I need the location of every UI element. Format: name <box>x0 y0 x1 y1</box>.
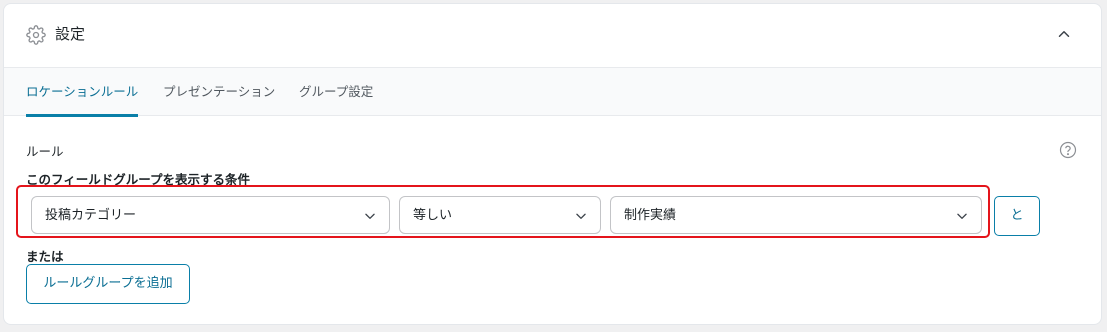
add-and-rule-button[interactable]: と <box>994 196 1040 236</box>
panel-header[interactable]: 設定 <box>4 4 1101 68</box>
chevron-down-icon <box>957 213 967 219</box>
rule-param-value: 投稿カテゴリー <box>45 208 137 223</box>
add-rule-group-button[interactable]: ルールグループを追加 <box>26 264 190 304</box>
gear-icon <box>26 25 46 45</box>
or-label: または <box>26 249 64 264</box>
chevron-down-icon <box>576 213 586 219</box>
rule-param-select[interactable]: 投稿カテゴリー <box>31 196 390 234</box>
chevron-down-icon <box>365 213 375 219</box>
tab-presentation[interactable]: プレゼンテーション <box>163 68 275 116</box>
tab-bar: ロケーションルール プレゼンテーション グループ設定 <box>4 68 1101 117</box>
rules-label: ルール <box>26 144 64 159</box>
settings-panel: 設定 ロケーションルール プレゼンテーション グループ設定 ルール このフィール… <box>3 3 1102 325</box>
panel-title: 設定 <box>55 25 86 43</box>
rule-operator-select[interactable]: 等しい <box>399 196 601 234</box>
rule-value-value: 制作実績 <box>624 208 677 223</box>
tab-location-rules[interactable]: ロケーションルール <box>26 68 139 117</box>
chevron-up-icon[interactable] <box>1055 25 1073 43</box>
question-circle-icon[interactable] <box>1059 141 1077 159</box>
rule-value-select[interactable]: 制作実績 <box>610 196 982 234</box>
tab-group-settings[interactable]: グループ設定 <box>299 68 373 116</box>
rule-operator-value: 等しい <box>413 208 453 223</box>
